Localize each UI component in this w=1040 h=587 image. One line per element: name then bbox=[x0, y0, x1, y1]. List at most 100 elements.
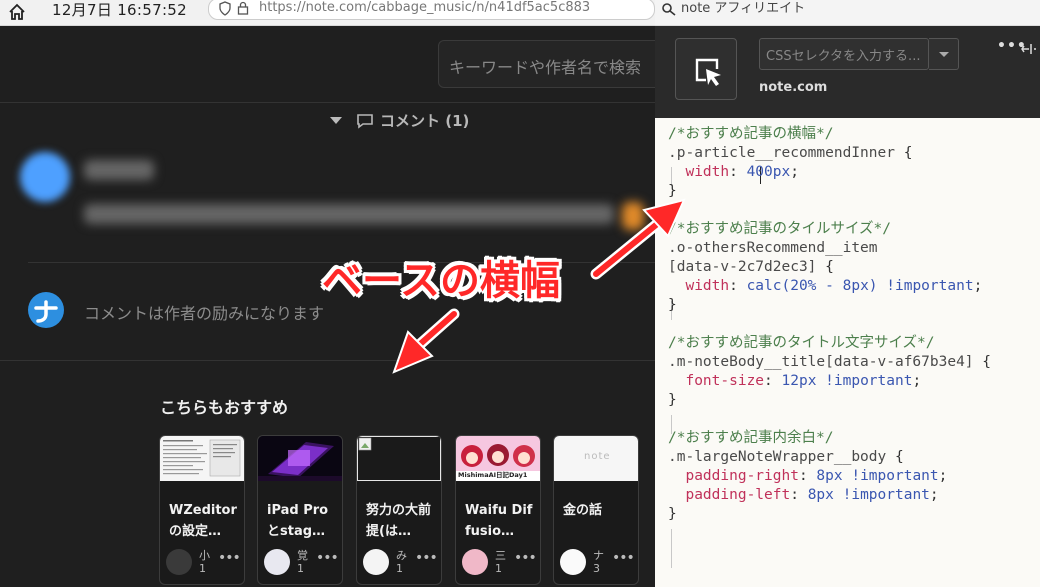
code-token: } bbox=[668, 183, 677, 199]
code-line[interactable]: [data-v-2c7d2ec3] { bbox=[668, 257, 834, 277]
comment-text-blurred bbox=[84, 204, 614, 224]
comment-icon bbox=[357, 113, 373, 129]
code-token: font-size bbox=[668, 373, 765, 389]
code-line[interactable]: } bbox=[668, 390, 677, 410]
more-icon[interactable]: ••• bbox=[218, 550, 241, 566]
recommend-cards: WZeditorの設定… 小 1 ••• iPad Proとstag… 覚 1 … bbox=[159, 435, 655, 587]
commenter-avatar[interactable] bbox=[20, 152, 70, 202]
lock-icon bbox=[237, 1, 249, 15]
address-bar[interactable]: https://note.com/cabbage_music/n/n41df5a… bbox=[208, 0, 655, 20]
search-placeholder: キーワードや作者名で検索 bbox=[449, 58, 642, 77]
commenter-name-blurred bbox=[84, 160, 154, 180]
code-token: padding-left bbox=[668, 487, 791, 503]
url-text[interactable]: https://note.com/cabbage_music/n/n41df5a… bbox=[259, 0, 590, 17]
card-avatar bbox=[462, 549, 488, 575]
code-token: ; bbox=[929, 487, 939, 503]
code-token: ; bbox=[912, 373, 922, 389]
like-icon[interactable] bbox=[622, 202, 644, 230]
note-page: キーワードや作者名で検索 コメント (1) コメントは作者の励みになります こち… bbox=[0, 26, 668, 587]
card-avatar bbox=[264, 549, 290, 575]
home-icon[interactable] bbox=[8, 3, 26, 21]
code-token: /*おすすめ記事のタイルサイズ*/ bbox=[668, 221, 891, 237]
my-avatar bbox=[28, 292, 64, 328]
code-token: } bbox=[668, 506, 677, 522]
domain-label: note.com bbox=[759, 80, 828, 95]
css-selector-input[interactable]: CSSセレクタを入力する... bbox=[759, 38, 929, 70]
code-line[interactable]: padding-left: 8px !important; bbox=[668, 485, 939, 505]
code-token: { bbox=[903, 145, 913, 161]
code-line[interactable]: width: calc(20% - 8px) !important; bbox=[668, 276, 982, 296]
card-user: ナ bbox=[593, 549, 604, 562]
note-logo-text: note bbox=[584, 451, 611, 462]
more-icon[interactable]: ••• bbox=[415, 550, 438, 566]
more-icon[interactable]: ••• bbox=[612, 550, 635, 566]
divider bbox=[0, 360, 655, 361]
annotation-label: ベースの横幅 bbox=[322, 258, 560, 304]
code-token: 400px bbox=[746, 164, 791, 180]
card-user: み bbox=[396, 549, 407, 562]
code-line[interactable]: } bbox=[668, 181, 677, 201]
selector-dropdown-button[interactable] bbox=[929, 38, 959, 70]
code-line[interactable]: .m-largeNoteWrapper__body { bbox=[668, 447, 904, 467]
code-token: } bbox=[668, 297, 677, 313]
code-token: } bbox=[668, 392, 677, 408]
more-icon[interactable]: ••• bbox=[316, 550, 339, 566]
code-line[interactable]: width: 400px; bbox=[668, 162, 799, 182]
comment-input[interactable]: コメントは作者の励みになります bbox=[84, 300, 324, 324]
comments-toggle[interactable]: コメント (1) bbox=[330, 110, 469, 131]
card-avatar bbox=[363, 549, 389, 575]
code-token: .o-othersRecommend__item bbox=[668, 240, 878, 256]
recommend-card[interactable]: iPad Proとstag… 覚 1 ••• bbox=[257, 435, 343, 585]
code-token: .m-largeNoteWrapper__body bbox=[668, 449, 895, 465]
code-line[interactable]: /*おすすめ記事の横幅*/ bbox=[668, 124, 833, 144]
code-line[interactable]: .p-article__recommendInner { bbox=[668, 143, 912, 163]
code-token: 8px !important bbox=[807, 487, 930, 503]
css-editor-panel: note アフィリエイト CSSセレクタを入力する... note.com ••… bbox=[655, 0, 1040, 587]
css-code-editor[interactable]: /*おすすめ記事の横幅*/.p-article__recommendInner … bbox=[655, 118, 1040, 587]
card-thumbnail bbox=[258, 436, 342, 481]
code-token: calc(20% - 8px) !important bbox=[746, 278, 974, 294]
code-token: .p-article__recommendInner bbox=[668, 145, 904, 161]
code-line[interactable]: } bbox=[668, 504, 677, 524]
clock-date: 12月7日 bbox=[52, 1, 113, 19]
recommend-card[interactable]: MishimaAI日記Day1 Waifu Diffusio… 三 1 ••• bbox=[455, 435, 541, 585]
recommend-card[interactable]: 努力の大前提(は… み 1 ••• bbox=[356, 435, 442, 585]
code-token: : bbox=[729, 278, 747, 294]
code-line[interactable]: /*おすすめ記事のタイルサイズ*/ bbox=[668, 219, 891, 239]
code-token: : bbox=[764, 373, 782, 389]
card-user: 三 bbox=[495, 549, 506, 562]
code-token: width bbox=[668, 164, 730, 180]
code-token: { bbox=[982, 354, 992, 370]
code-token: { bbox=[825, 259, 834, 275]
recommend-card[interactable]: WZeditorの設定… 小 1 ••• bbox=[159, 435, 245, 585]
code-line[interactable]: } bbox=[668, 295, 677, 315]
search-input[interactable]: キーワードや作者名で検索 bbox=[438, 40, 668, 88]
element-picker-button[interactable] bbox=[675, 38, 737, 100]
code-line[interactable]: font-size: 12px !important; bbox=[668, 371, 921, 391]
code-token: : bbox=[798, 468, 817, 484]
code-token: 8px !important bbox=[816, 468, 939, 484]
code-token: [data-v-2c7d2ec3] bbox=[668, 259, 826, 275]
shield-icon[interactable] bbox=[219, 1, 231, 16]
more-icon[interactable]: ••• bbox=[514, 550, 537, 566]
code-line[interactable]: /*おすすめ記事内余白*/ bbox=[668, 428, 833, 448]
card-title: iPad Proとstag… bbox=[267, 503, 329, 539]
browser-top-bar: 12月7日 16:57:52 https://note.com/cabbage_… bbox=[0, 0, 655, 26]
code-line[interactable]: padding-right: 8px !important; bbox=[668, 466, 947, 486]
recommend-card[interactable]: note 金の話 ナ 3 ••• bbox=[553, 435, 639, 585]
code-line[interactable]: /*おすすめ記事のタイトル文字サイズ*/ bbox=[668, 333, 934, 353]
code-token: width bbox=[668, 278, 730, 294]
code-token: ; bbox=[973, 278, 983, 294]
code-line[interactable]: .m-noteBody__title[data-v-af67b3e4] { bbox=[668, 352, 991, 372]
recommend-title: こちらもおすすめ bbox=[160, 398, 289, 417]
thumbnail-caption: MishimaAI日記Day1 bbox=[458, 471, 528, 479]
card-user: 小 bbox=[199, 549, 210, 562]
card-user: 覚 bbox=[297, 549, 308, 562]
clock-time: 16:57:52 bbox=[117, 1, 187, 19]
taskbar-clock: 12月7日 16:57:52 bbox=[52, 0, 187, 20]
code-line[interactable]: .o-othersRecommend__item bbox=[668, 238, 878, 258]
code-token: ; bbox=[790, 164, 799, 180]
dock-side-icon[interactable] bbox=[1021, 42, 1037, 56]
panel-toolbar: CSSセレクタを入力する... note.com ••• bbox=[655, 26, 1040, 118]
broken-image-icon bbox=[357, 436, 441, 481]
